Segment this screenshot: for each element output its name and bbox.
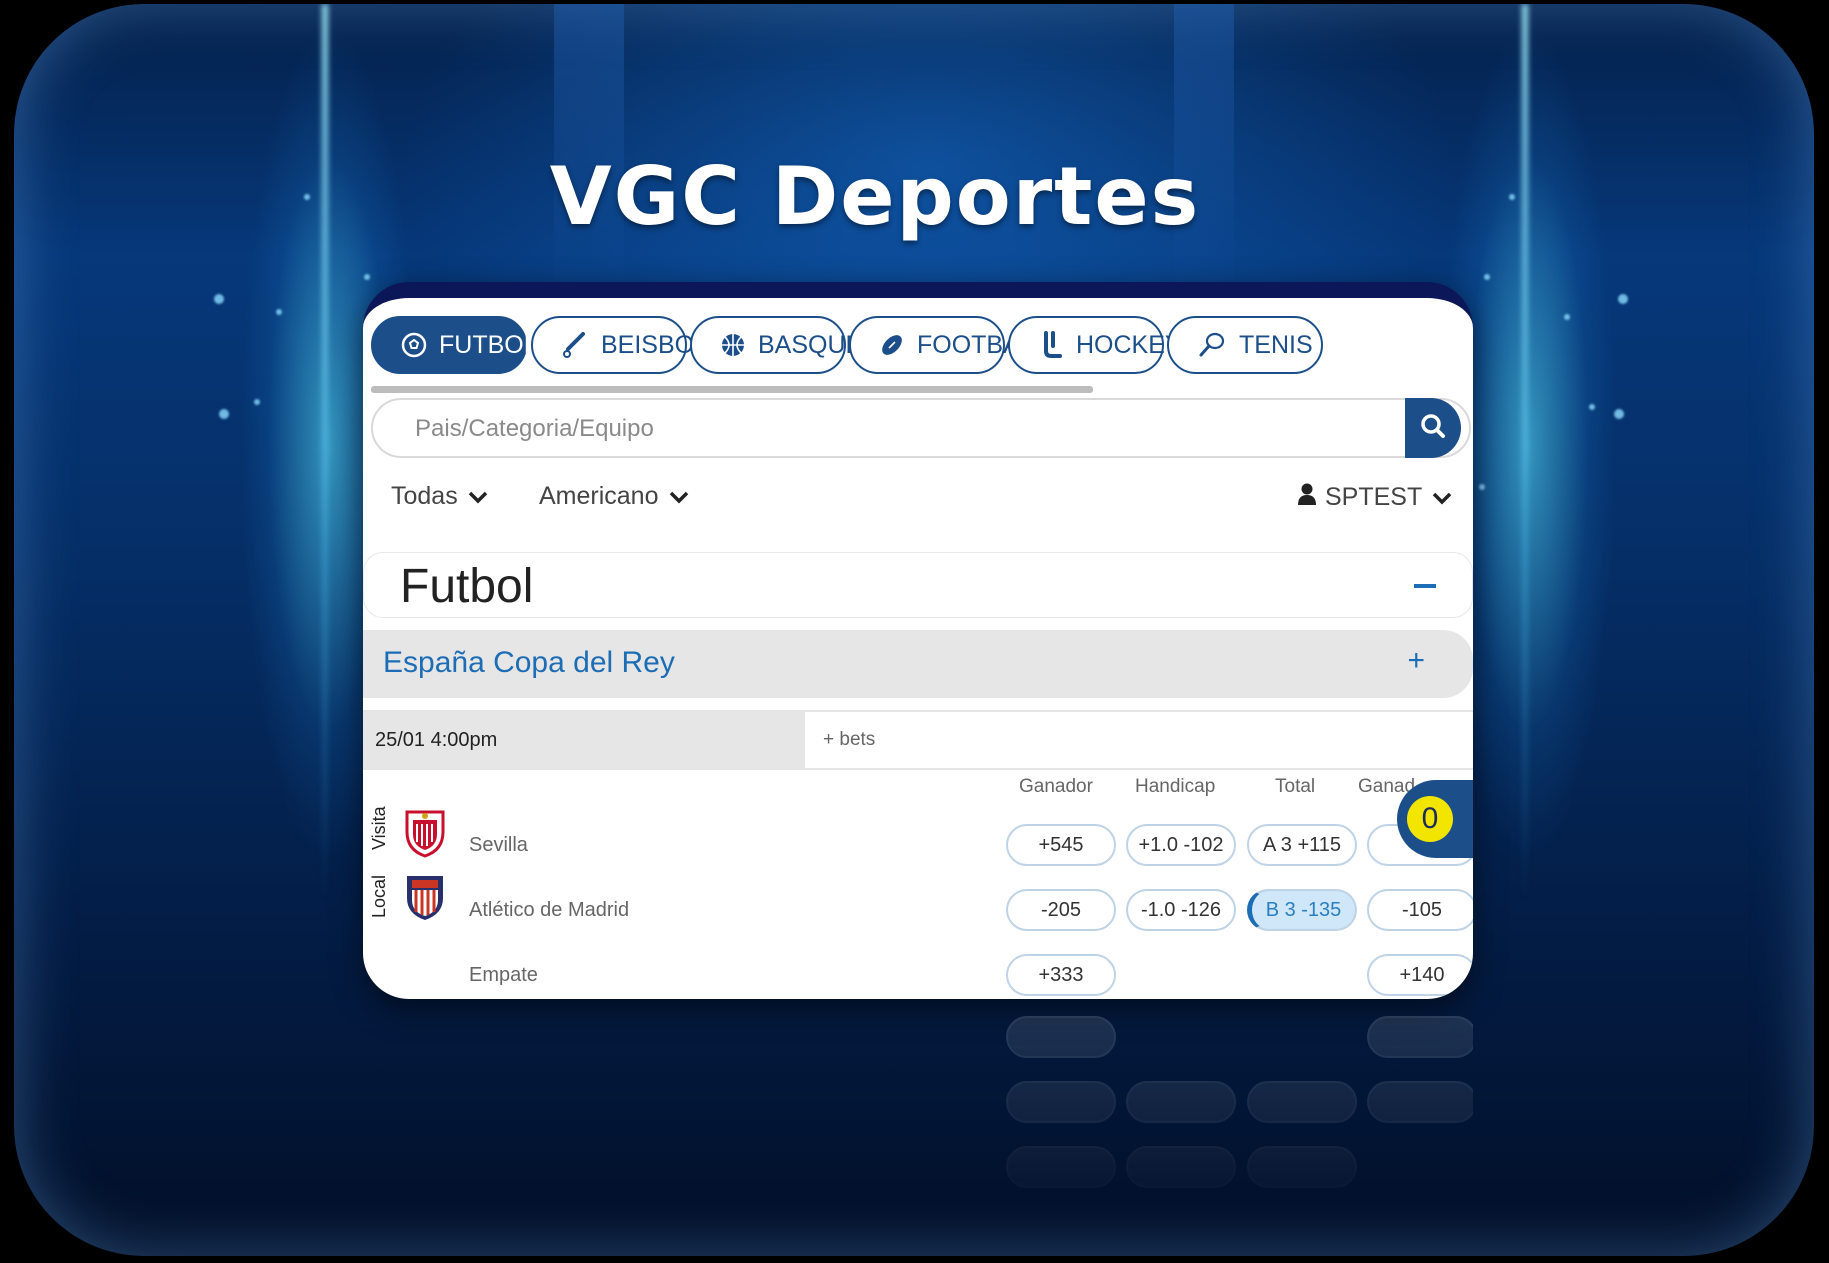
event-header: 25/01 4:00pm + bets: [363, 710, 1473, 770]
home-label: Local: [369, 874, 389, 918]
light-dot: [276, 309, 282, 315]
light-dot: [1618, 294, 1628, 304]
odds-button[interactable]: +140: [1367, 954, 1473, 996]
light-dot: [219, 409, 229, 419]
tab-tenis[interactable]: TENIS: [1167, 316, 1323, 374]
odds-button[interactable]: -105: [1367, 889, 1473, 931]
column-header: Ganador: [1019, 776, 1093, 797]
odds-format-dropdown[interactable]: Americano: [539, 482, 689, 511]
reflection-shape: [1247, 1146, 1357, 1188]
american-football-icon: [879, 330, 905, 360]
search-button[interactable]: [1405, 398, 1461, 458]
tab-beisbol[interactable]: BEISBOL: [531, 316, 708, 374]
expand-icon[interactable]: +: [1407, 644, 1425, 678]
reflection-shape: [1126, 1146, 1236, 1188]
collapse-icon[interactable]: [1414, 584, 1436, 588]
hockey-stick-icon: [1038, 330, 1064, 360]
baseball-bat-icon: [561, 330, 589, 360]
odds-button-selected[interactable]: B 3 -135: [1247, 889, 1357, 931]
team-name: Sevilla: [469, 834, 528, 856]
tab-futbol[interactable]: FUTBOL: [371, 316, 538, 374]
light-dot: [214, 294, 224, 304]
sevilla-logo: [403, 808, 447, 858]
light-streak: [1522, 4, 1528, 904]
chevron-down-icon: [669, 482, 689, 511]
sport-section-header[interactable]: Futbol: [363, 552, 1473, 618]
period-dropdown[interactable]: Todas: [391, 482, 488, 511]
reflection-shape: [1006, 1146, 1116, 1188]
filter-bar: Todas Americano SPTEST: [363, 482, 1473, 522]
tab-label: TENIS: [1239, 330, 1313, 359]
reflection-shape: [1367, 1016, 1473, 1058]
light-streak: [322, 4, 328, 904]
odds-button[interactable]: +333: [1006, 954, 1116, 996]
away-label: Visita: [369, 806, 389, 850]
atletico-madrid-logo: [403, 872, 447, 920]
bet-slip-count: 0: [1407, 796, 1453, 842]
light-dot: [1614, 409, 1624, 419]
basketball-icon: [720, 330, 746, 360]
tab-scrollbar[interactable]: [371, 386, 1093, 393]
soccer-ball-icon: [401, 330, 427, 360]
tennis-racket-icon: [1197, 330, 1227, 360]
league-name: España Copa del Rey: [383, 646, 675, 679]
search-input[interactable]: [413, 408, 1397, 450]
tab-hockey[interactable]: HOCKEY: [1008, 316, 1182, 374]
tab-basquet[interactable]: BASQUET: [690, 316, 877, 374]
more-bets-link[interactable]: + bets: [823, 712, 875, 768]
odds-button[interactable]: -205: [1006, 889, 1116, 931]
column-header: Handicap: [1135, 776, 1216, 797]
tab-label: HOCKEY: [1076, 330, 1182, 359]
light-dot: [1589, 404, 1595, 410]
odds-format-value: Americano: [539, 482, 659, 510]
light-beam: [554, 4, 624, 294]
odds-button[interactable]: +545: [1006, 824, 1116, 866]
chevron-down-icon: [468, 482, 488, 511]
light-dot: [364, 274, 370, 280]
odds-button[interactable]: +1.0 -102: [1126, 824, 1236, 866]
username: SPTEST: [1325, 483, 1423, 511]
odds-button[interactable]: -1.0 -126: [1126, 889, 1236, 931]
chevron-down-icon: [1432, 483, 1452, 512]
light-beam: [1174, 4, 1234, 294]
reflection-shape: [1367, 1081, 1473, 1123]
league-header[interactable]: España Copa del Rey +: [363, 630, 1473, 698]
odds-button[interactable]: A 3 +115: [1247, 824, 1357, 866]
user-icon: [1297, 482, 1317, 513]
section-title: Futbol: [400, 560, 534, 613]
search-bar: [371, 398, 1471, 458]
period-value: Todas: [391, 482, 458, 510]
reflection-shape: [1126, 1081, 1236, 1123]
brand-title: VGC Deportes: [549, 150, 1201, 243]
reflection-shape: [1006, 1016, 1116, 1058]
team-name: Atlético de Madrid: [469, 899, 630, 921]
reflection-shape: [1006, 1081, 1116, 1123]
search-icon: [1419, 412, 1447, 445]
column-header: Total: [1275, 776, 1316, 797]
bet-slip-button[interactable]: 0: [1397, 780, 1473, 858]
light-dot: [1484, 274, 1490, 280]
user-menu[interactable]: SPTEST: [1297, 482, 1452, 513]
team-name: Empate: [469, 964, 538, 986]
light-dot: [254, 399, 260, 405]
sportsbook-app: FUTBOL BEISBOL BASQUET FOOTBALL HOCKEY T…: [363, 282, 1473, 999]
light-dot: [1479, 484, 1485, 490]
light-dot: [1564, 314, 1570, 320]
reflection-shape: [1247, 1081, 1357, 1123]
event-datetime: 25/01 4:00pm: [363, 712, 805, 768]
tab-football[interactable]: FOOTBALL: [849, 316, 1048, 374]
app-reflection: [363, 1000, 1473, 1230]
tab-label: FUTBOL: [439, 330, 538, 359]
